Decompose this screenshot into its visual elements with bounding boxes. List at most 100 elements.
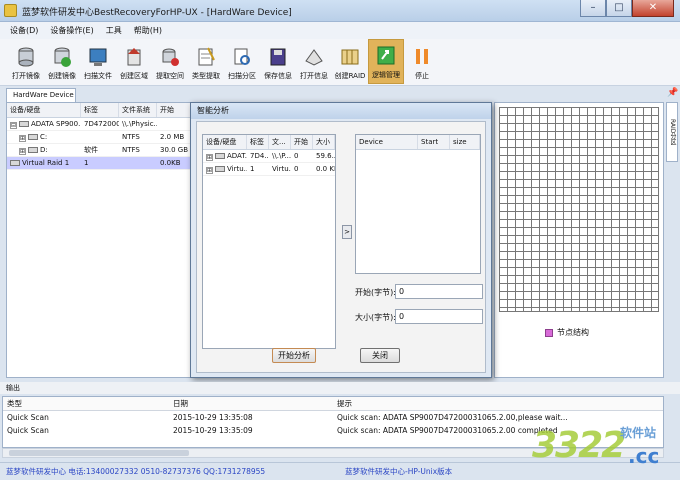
table-row[interactable]: ⊞ D: 软件 NTFS 30.0 GB bbox=[7, 144, 191, 157]
table-row[interactable]: ⊞Virtu... 1 Virtu... 0 0.0 KB bbox=[203, 163, 335, 176]
type-extract-button[interactable]: 类型提取 bbox=[188, 39, 224, 84]
expand-icon[interactable]: ⊞ bbox=[206, 154, 213, 161]
start-analysis-button[interactable]: 开始分析 bbox=[272, 348, 316, 363]
site-watermark-suffix: .cc bbox=[628, 444, 660, 468]
maximize-button[interactable]: □ bbox=[606, 0, 632, 17]
site-watermark-sub: 软件站 bbox=[620, 426, 657, 440]
col-device[interactable]: 设备/硬盘 bbox=[203, 135, 247, 149]
disk-icon bbox=[19, 121, 29, 127]
col-start[interactable]: 开始 bbox=[291, 135, 313, 149]
col-type[interactable]: 类型 bbox=[3, 397, 169, 410]
grid-legend: 节点结构 bbox=[545, 327, 589, 338]
collapse-icon[interactable]: ⊟ bbox=[10, 122, 17, 129]
output-panel-title: 输出 bbox=[0, 382, 680, 394]
scan-file-button[interactable]: 扫描文件 bbox=[80, 39, 116, 84]
log-row[interactable]: Quick Scan 2015-10-29 13:35:08 Quick sca… bbox=[3, 411, 663, 424]
raid-icon bbox=[10, 160, 20, 166]
table-row-selected[interactable]: Virtual Raid 1 1 0.0KB bbox=[7, 157, 191, 170]
scan-partition-icon bbox=[234, 48, 250, 65]
expand-icon[interactable]: ⊞ bbox=[19, 148, 26, 155]
dialog-device-table: 设备/硬盘 标签 文... 开始 大小 ⊞ADAT... 7D4... \\.\… bbox=[202, 134, 336, 349]
col-start[interactable]: 开始 bbox=[157, 103, 191, 117]
col-device[interactable]: Device bbox=[356, 135, 418, 149]
menu-tools[interactable]: 工具 bbox=[106, 25, 122, 36]
toolbar: 打开镜像 创建镜像 扫描文件 创建区域 提取空间 类型提取 扫描分区 保存信息 … bbox=[0, 39, 680, 86]
scrollbar-thumb[interactable] bbox=[9, 450, 189, 456]
status-contact: 蓝梦软件研发中心 电话:13400027332 0510-82737376 QQ… bbox=[6, 467, 266, 476]
create-raid-button[interactable]: 创建RAID bbox=[332, 39, 368, 84]
expand-icon[interactable]: ⊞ bbox=[206, 167, 213, 174]
disk-icon bbox=[28, 134, 38, 140]
minimize-button[interactable]: – bbox=[580, 0, 606, 17]
open-info-icon bbox=[305, 49, 323, 66]
sector-grid-panel: 节点结构 bbox=[494, 102, 664, 378]
save-info-button[interactable]: 保存信息 bbox=[260, 39, 296, 84]
dialog-body: 设备/硬盘 标签 文... 开始 大小 ⊞ADAT... 7D4... \\.\… bbox=[196, 121, 486, 373]
col-date[interactable]: 日期 bbox=[169, 397, 333, 410]
col-filesystem[interactable]: 文... bbox=[269, 135, 291, 149]
create-image-icon bbox=[54, 47, 71, 67]
start-bytes-label: 开始(字节): bbox=[355, 288, 396, 297]
col-label[interactable]: 标签 bbox=[81, 103, 119, 117]
start-bytes-input[interactable]: 0 bbox=[395, 284, 483, 299]
create-region-icon bbox=[127, 48, 141, 66]
size-bytes-label: 大小(字节): bbox=[355, 313, 396, 322]
size-bytes-input[interactable]: 0 bbox=[395, 309, 483, 324]
col-device[interactable]: 设备/硬盘 bbox=[7, 103, 81, 117]
col-filesystem[interactable]: 文件系统 bbox=[119, 103, 157, 117]
disk-icon bbox=[215, 153, 225, 159]
add-to-list-button[interactable]: > bbox=[342, 225, 352, 239]
device-table-header: 设备/硬盘 标签 文件系统 开始 bbox=[7, 103, 191, 118]
scan-partition-button[interactable]: 扫描分区 bbox=[224, 39, 260, 84]
close-dialog-button[interactable]: 关闭 bbox=[360, 348, 400, 363]
site-watermark: 3322 bbox=[532, 425, 626, 466]
logic-manage-icon bbox=[377, 46, 395, 65]
col-message[interactable]: 提示 bbox=[333, 397, 663, 410]
table-row[interactable]: ⊟ADATA SP900... 7D472000... \\.\Physic..… bbox=[7, 118, 191, 131]
pause-icon bbox=[416, 49, 428, 64]
stop-button[interactable]: 停止 bbox=[404, 39, 440, 84]
table-row[interactable]: ⊞ C: NTFS 2.0 MB bbox=[7, 131, 191, 144]
sector-grid[interactable] bbox=[499, 107, 659, 312]
open-image-button[interactable]: 打开镜像 bbox=[8, 39, 44, 84]
col-start[interactable]: Start bbox=[418, 135, 450, 149]
dialog-result-table: Device Start size bbox=[355, 134, 481, 274]
extract-space-icon bbox=[162, 48, 179, 66]
legend-label: 节点结构 bbox=[557, 328, 589, 337]
save-icon bbox=[270, 48, 286, 66]
dialog-result-table-header: Device Start size bbox=[356, 135, 480, 150]
window-controls: – □ ✕ bbox=[580, 0, 674, 18]
scan-file-icon bbox=[89, 48, 107, 66]
status-version: 蓝梦软件研发中心-HP-Unix版本 bbox=[345, 467, 453, 476]
disk-stack-icon bbox=[18, 47, 34, 67]
menu-device[interactable]: 设备(D) bbox=[10, 25, 38, 36]
type-extract-icon bbox=[198, 47, 215, 66]
menu-device-ops[interactable]: 设备操作(E) bbox=[50, 25, 93, 36]
col-size[interactable]: 大小 bbox=[313, 135, 335, 149]
app-icon bbox=[4, 4, 17, 17]
create-region-button[interactable]: 创建区域 bbox=[116, 39, 152, 84]
title-bar: 蓝梦软件研发中心BestRecoveryForHP-UX - [HardWare… bbox=[0, 0, 680, 22]
legend-swatch bbox=[545, 328, 553, 337]
tab-hardware-device[interactable]: HardWare Device bbox=[6, 88, 76, 102]
disk-icon bbox=[28, 147, 38, 153]
device-tree-panel: 设备/硬盘 标签 文件系统 开始 ⊟ ADATA SP900... 7D47200… bbox=[6, 102, 192, 378]
dialog-device-table-header: 设备/硬盘 标签 文... 开始 大小 bbox=[203, 135, 335, 150]
dialog-title: 智能分析 bbox=[191, 103, 491, 119]
col-size[interactable]: size bbox=[450, 135, 480, 149]
extract-space-button[interactable]: 提取空间 bbox=[152, 39, 188, 84]
disk-icon bbox=[215, 166, 225, 172]
create-image-button[interactable]: 创建镜像 bbox=[44, 39, 80, 84]
create-raid-icon bbox=[341, 49, 359, 65]
col-label[interactable]: 标签 bbox=[247, 135, 269, 149]
tab-raid-partition[interactable]: RAID分区 bbox=[666, 102, 678, 162]
logic-manage-button[interactable]: 逻辑管理 bbox=[368, 39, 404, 84]
table-row[interactable]: ⊞ADAT... 7D4... \\.\P... 0 59.6... bbox=[203, 150, 335, 163]
pin-icon[interactable]: 📌 bbox=[667, 88, 678, 100]
menu-bar: 设备(D) 设备操作(E) 工具 帮助(H) bbox=[0, 22, 680, 39]
output-table-header: 类型 日期 提示 bbox=[3, 397, 663, 411]
expand-icon[interactable]: ⊞ bbox=[19, 135, 26, 142]
open-info-button[interactable]: 打开信息 bbox=[296, 39, 332, 84]
close-button[interactable]: ✕ bbox=[632, 0, 674, 17]
menu-help[interactable]: 帮助(H) bbox=[134, 25, 162, 36]
